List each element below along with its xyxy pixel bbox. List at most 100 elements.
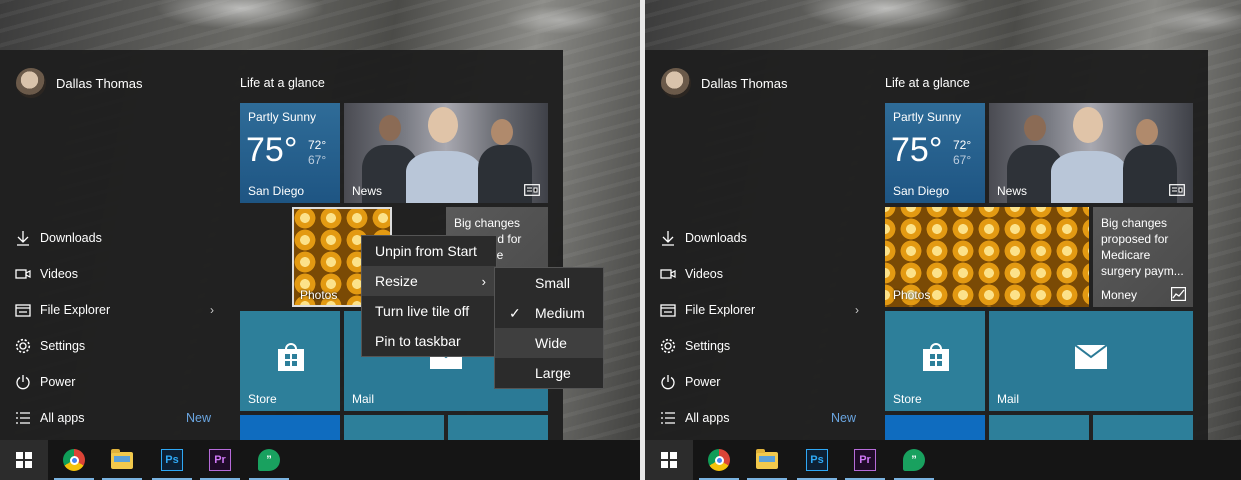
app-tile[interactable] — [344, 415, 444, 440]
photoshop-icon: Ps — [161, 449, 183, 471]
start-button[interactable] — [645, 440, 693, 480]
mail-label: Mail — [352, 392, 375, 406]
taskbar-chrome[interactable] — [50, 440, 98, 480]
nav-label: Downloads — [685, 231, 747, 245]
weather-low: 67° — [308, 153, 327, 167]
mail-tile[interactable]: Mail — [989, 311, 1193, 411]
nav-downloads[interactable]: Downloads — [14, 226, 214, 250]
store-icon — [923, 343, 949, 371]
nav-all-apps[interactable]: All apps New — [659, 406, 859, 430]
nav-power[interactable]: Power — [659, 370, 859, 394]
tile-group-title[interactable]: Life at a glance — [885, 76, 970, 90]
start-button[interactable] — [0, 440, 48, 480]
weather-high: 72° — [308, 138, 327, 152]
menu-pin-to-taskbar[interactable]: Pin to taskbar — [362, 326, 496, 356]
app-tile[interactable] — [240, 415, 340, 440]
news-label: News — [997, 184, 1028, 198]
gear-icon — [14, 337, 32, 355]
mail-label: Mail — [997, 392, 1020, 406]
app-tile[interactable] — [448, 415, 548, 440]
nav-label: File Explorer — [685, 303, 756, 317]
chevron-right-icon[interactable]: › — [855, 303, 859, 317]
news-photo-person — [1051, 151, 1127, 203]
avatar — [661, 68, 691, 98]
power-icon — [14, 373, 32, 391]
news-tile[interactable]: News — [989, 103, 1193, 203]
store-tile[interactable]: Store — [240, 311, 340, 411]
nav-label: Videos — [685, 267, 723, 281]
taskbar-chrome[interactable] — [695, 440, 743, 480]
menu-resize[interactable]: Resize › — [362, 266, 496, 296]
list-icon — [14, 409, 32, 427]
nav-videos[interactable]: Videos — [14, 262, 214, 286]
user-account[interactable]: Dallas Thomas — [16, 68, 142, 98]
menu-unpin-from-start[interactable]: Unpin from Start — [362, 236, 496, 266]
taskbar-premiere[interactable]: Pr — [841, 440, 889, 480]
nav-videos[interactable]: Videos — [659, 262, 859, 286]
chrome-icon — [63, 449, 85, 471]
money-tile[interactable]: Big changes proposed for Medicare surger… — [1093, 207, 1193, 307]
start-menu: Dallas Thomas Life at a glance Downloads… — [645, 50, 1208, 440]
app-tile[interactable] — [989, 415, 1089, 440]
newspaper-icon — [524, 184, 540, 196]
news-photo-head — [1024, 115, 1046, 141]
money-label: Money — [1101, 288, 1138, 302]
taskbar-hangouts[interactable]: ” — [245, 440, 293, 480]
mail-icon — [1075, 345, 1107, 369]
nav-all-apps[interactable]: All apps New — [14, 406, 214, 430]
screenshot-before: Dallas Thomas Life at a glance Downloads… — [0, 0, 640, 480]
menu-turn-live-tile-off[interactable]: Turn live tile off — [362, 296, 496, 326]
user-account[interactable]: Dallas Thomas — [661, 68, 787, 98]
start-icon — [16, 452, 32, 468]
news-tile[interactable]: News — [344, 103, 548, 203]
screenshot-after: Dallas Thomas Life at a glance Downloads… — [645, 0, 1241, 480]
taskbar-hangouts[interactable]: ” — [890, 440, 938, 480]
hangouts-icon: ” — [258, 449, 280, 471]
weather-tile[interactable]: Partly Sunny 75° 72° 67° San Diego — [885, 103, 985, 203]
taskbar-premiere[interactable]: Pr — [196, 440, 244, 480]
chevron-right-icon[interactable]: › — [210, 303, 214, 317]
taskbar-photoshop[interactable]: Ps — [148, 440, 196, 480]
app-tile[interactable] — [885, 415, 985, 440]
check-icon: ✓ — [509, 304, 521, 321]
menu-size-medium[interactable]: ✓ Medium — [495, 298, 603, 328]
taskbar-photoshop[interactable]: Ps — [793, 440, 841, 480]
menu-size-large[interactable]: Large — [495, 358, 603, 388]
nav-power[interactable]: Power — [14, 370, 214, 394]
file-explorer-icon — [659, 301, 677, 319]
taskbar-file-explorer[interactable] — [743, 440, 791, 480]
nav-downloads[interactable]: Downloads — [659, 226, 859, 250]
nav-file-explorer[interactable]: File Explorer › — [14, 298, 214, 322]
weather-condition: Partly Sunny — [248, 110, 317, 124]
premiere-icon: Pr — [854, 449, 876, 471]
start-menu: Dallas Thomas Life at a glance Downloads… — [0, 50, 604, 440]
nav-settings[interactable]: Settings — [14, 334, 214, 358]
news-label: News — [352, 184, 383, 198]
menu-label: Resize — [375, 273, 418, 289]
weather-tile[interactable]: Partly Sunny 75° 72° 67° San Diego — [240, 103, 340, 203]
resize-submenu: Small ✓ Medium Wide Large — [494, 267, 604, 389]
taskbar-file-explorer[interactable] — [98, 440, 146, 480]
nav-label: All apps — [685, 411, 730, 425]
user-name: Dallas Thomas — [56, 75, 143, 91]
menu-size-small[interactable]: Small — [495, 268, 603, 298]
photos-label: Photos — [893, 288, 931, 302]
store-label: Store — [893, 392, 922, 406]
download-icon — [14, 229, 32, 247]
photos-tile-wide[interactable]: Photos — [885, 207, 1089, 307]
store-tile[interactable]: Store — [885, 311, 985, 411]
app-tile[interactable] — [1093, 415, 1193, 440]
nav-settings[interactable]: Settings — [659, 334, 859, 358]
video-icon — [659, 265, 677, 283]
user-name: Dallas Thomas — [701, 75, 788, 91]
menu-size-wide[interactable]: Wide — [495, 328, 603, 358]
file-explorer-icon — [111, 448, 133, 469]
tile-group-title[interactable]: Life at a glance — [240, 76, 325, 90]
nav-file-explorer[interactable]: File Explorer › — [659, 298, 859, 322]
chrome-icon — [708, 449, 730, 471]
file-explorer-icon — [14, 301, 32, 319]
taskbar: Ps Pr ” — [645, 440, 1241, 480]
nav-label: Settings — [685, 339, 731, 353]
list-icon — [659, 409, 677, 427]
weather-temp: 75° — [246, 131, 298, 169]
